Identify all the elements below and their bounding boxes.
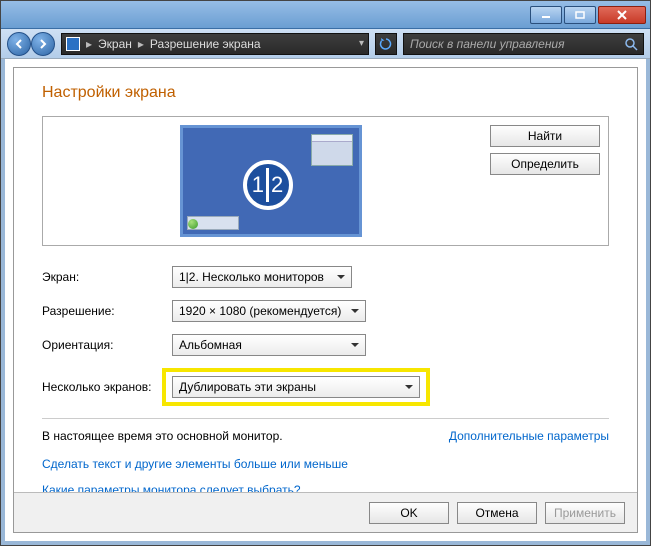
highlight-annotation: Дублировать эти экраны <box>162 368 430 406</box>
main-monitor-status: В настоящее время это основной монитор. <box>42 429 283 443</box>
refresh-button[interactable] <box>375 33 397 55</box>
multiple-displays-label: Несколько экранов: <box>42 380 172 394</box>
text-size-link[interactable]: Сделать текст и другие элементы больше и… <box>42 457 348 471</box>
monitor-number-2: 2 <box>271 172 283 198</box>
chevron-right-icon: ▸ <box>138 37 144 51</box>
preview-window-icon <box>311 134 353 166</box>
which-settings-link[interactable]: Какие параметры монитора следует выбрать… <box>42 483 301 492</box>
detect-button[interactable]: Найти <box>490 125 600 147</box>
window-titlebar <box>1 1 650 29</box>
screen-select[interactable]: 1|2. Несколько мониторов <box>172 266 352 288</box>
chevron-right-icon: ▸ <box>86 37 92 51</box>
content-frame: Настройки экрана 1 2 Найт <box>1 59 650 545</box>
content-panel: Настройки экрана 1 2 Найт <box>13 67 638 533</box>
breadcrumb-item[interactable]: Разрешение экрана <box>150 37 261 51</box>
divider <box>42 418 609 419</box>
chevron-down-icon[interactable]: ▾ <box>359 38 364 49</box>
monitor-preview[interactable]: 1 2 <box>180 125 362 237</box>
forward-button[interactable] <box>31 32 55 56</box>
minimize-button[interactable] <box>530 6 562 24</box>
maximize-button[interactable] <box>564 6 596 24</box>
navigation-bar: ▸ Экран ▸ Разрешение экрана ▾ Поиск в па… <box>1 29 650 59</box>
display-preview-box: 1 2 Найти Определить <box>42 116 609 246</box>
breadcrumb-item[interactable]: Экран <box>98 37 132 51</box>
apply-button: Применить <box>545 502 625 524</box>
resolution-value: 1920 × 1080 (рекомендуется) <box>179 304 341 318</box>
preview-start-icon <box>188 219 198 229</box>
ok-button[interactable]: OK <box>369 502 449 524</box>
search-icon[interactable] <box>623 36 639 52</box>
breadcrumb[interactable]: ▸ Экран ▸ Разрешение экрана ▾ <box>61 33 369 55</box>
monitor-badge: 1 2 <box>243 160 293 210</box>
cancel-button[interactable]: Отмена <box>457 502 537 524</box>
page-title: Настройки экрана <box>42 84 609 102</box>
search-input[interactable]: Поиск в панели управления <box>403 33 644 55</box>
dialog-footer: OK Отмена Применить <box>14 492 637 532</box>
advanced-settings-link[interactable]: Дополнительные параметры <box>449 429 609 443</box>
control-panel-icon <box>66 37 80 51</box>
multiple-displays-select[interactable]: Дублировать эти экраны <box>172 376 420 398</box>
orientation-select[interactable]: Альбомная <box>172 334 366 356</box>
screen-value: 1|2. Несколько мониторов <box>179 270 324 284</box>
multiple-displays-value: Дублировать эти экраны <box>179 380 316 394</box>
resolution-select[interactable]: 1920 × 1080 (рекомендуется) <box>172 300 366 322</box>
orientation-label: Ориентация: <box>42 338 172 352</box>
close-button[interactable] <box>598 6 646 24</box>
screen-label: Экран: <box>42 270 172 284</box>
orientation-value: Альбомная <box>179 338 242 352</box>
identify-button[interactable]: Определить <box>490 153 600 175</box>
monitor-number-1: 1 <box>252 172 264 198</box>
resolution-label: Разрешение: <box>42 304 172 318</box>
back-button[interactable] <box>7 32 31 56</box>
search-placeholder: Поиск в панели управления <box>410 37 565 51</box>
